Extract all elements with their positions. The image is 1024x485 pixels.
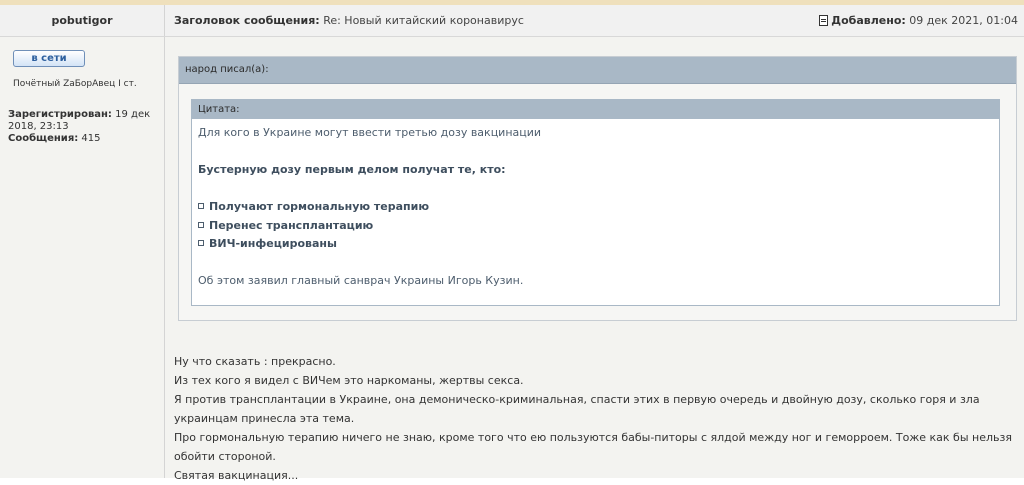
post-subject: Заголовок сообщения: Re: Новый китайский… xyxy=(174,14,524,27)
quote-bullet-item: Получают гормональную терапию xyxy=(198,198,999,217)
subject-label: Заголовок сообщения: xyxy=(174,14,320,27)
user-rank: Почётный ZaБорАвец I ст. xyxy=(13,79,137,89)
author-name[interactable]: pobutigor xyxy=(51,14,112,27)
outer-quote-header: народ писал(а): xyxy=(179,57,1016,84)
inner-quote: Цитата: Для кого в Украине могут ввести … xyxy=(191,99,1000,306)
inner-quote-content: Для кого в Украине могут ввести третью д… xyxy=(192,119,999,291)
quote-line: Об этом заявил главный санврач Украины И… xyxy=(198,274,524,287)
reply-line: Святая вакцинация... xyxy=(174,469,299,482)
online-status-button[interactable]: в сети xyxy=(13,50,85,67)
subject-text: Re: Новый китайский коронавирус xyxy=(323,14,524,27)
square-bullet-icon xyxy=(198,240,204,246)
messages-label: Сообщения: xyxy=(8,133,79,144)
reply-line: Про гормональную терапию ничего не знаю,… xyxy=(174,431,1012,463)
post-header: pobutigor Заголовок сообщения: Re: Новый… xyxy=(0,5,1024,37)
document-icon[interactable] xyxy=(819,15,829,26)
inner-quote-header: Цитата: xyxy=(192,100,999,119)
user-panel: в сети Почётный ZaБорАвец I ст. Зарегист… xyxy=(0,37,165,478)
reply-line: Из тех кого я видел с ВИЧем это наркоман… xyxy=(174,374,524,387)
forum-post: pobutigor Заголовок сообщения: Re: Новый… xyxy=(0,5,1024,482)
post-body: народ писал(а): Цитата: Для кого в Украи… xyxy=(165,37,1024,482)
square-bullet-icon xyxy=(198,203,204,209)
reply-line: Я против трансплантации в Украине, она д… xyxy=(174,393,980,425)
outer-quote: народ писал(а): Цитата: Для кого в Украи… xyxy=(178,56,1017,321)
registered-label: Зарегистрирован: xyxy=(8,109,112,120)
quote-bold-line: Бустерную дозу первым делом получат те, … xyxy=(198,163,506,176)
added-label: Добавлено: xyxy=(831,14,906,27)
quote-bullet-item: Перенес трансплантацию xyxy=(198,217,999,236)
quote-line: Для кого в Украине могут ввести третью д… xyxy=(198,126,542,139)
added-date: 09 дек 2021, 01:04 xyxy=(909,14,1018,27)
post-date: Добавлено: 09 дек 2021, 01:04 xyxy=(819,14,1018,27)
post-author[interactable]: pobutigor xyxy=(0,5,165,36)
messages-value: 415 xyxy=(81,133,101,144)
user-info: Зарегистрирован: 19 дек 2018, 23:13 Сооб… xyxy=(8,109,162,145)
quote-bullet-item: ВИЧ-инфецированы xyxy=(198,235,999,254)
reply-line: Ну что сказать : прекрасно. xyxy=(174,355,336,368)
square-bullet-icon xyxy=(198,221,204,228)
reply-text: Ну что сказать : прекрасно. Из тех кого … xyxy=(174,352,1019,485)
